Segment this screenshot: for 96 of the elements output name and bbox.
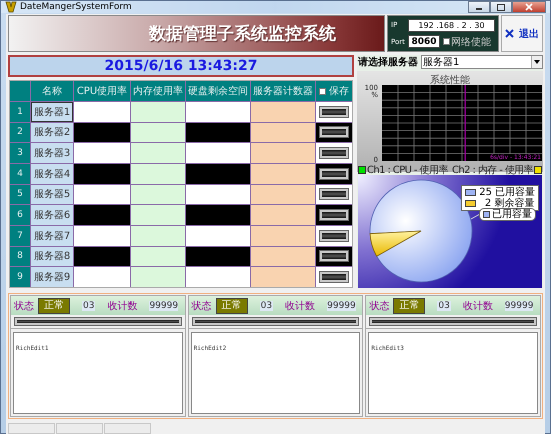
date-time-display: 2015/6/16 13:43:27 — [8, 55, 354, 77]
table-cell — [186, 246, 250, 266]
legend-label: Ch1 : CPU - 使用率 — [367, 164, 448, 177]
column-header: 保存 — [329, 85, 349, 98]
checkbox[interactable] — [443, 38, 450, 45]
maximize-icon — [497, 4, 505, 10]
legend-label: Ch2 : 内存 - 使用率 — [452, 164, 533, 177]
table-cell[interactable]: 服务器9 — [31, 267, 73, 287]
legend-swatch — [483, 211, 490, 218]
count-label: 收计数 — [462, 300, 493, 312]
server-dropdown[interactable]: 服务器1 — [421, 55, 543, 69]
table-cell[interactable]: 服务器8 — [31, 246, 73, 266]
row-number: 8 — [10, 246, 30, 266]
code-value: 03 — [437, 300, 451, 310]
exit-button[interactable]: 退出 — [501, 15, 543, 52]
table-cell — [251, 246, 315, 266]
table-cell[interactable]: 服务器5 — [31, 184, 73, 204]
table-cell — [186, 226, 250, 246]
row-number: 2 — [10, 122, 30, 142]
legend-value: 2 — [484, 198, 492, 209]
status-label: 状态 — [369, 300, 390, 312]
table-cell — [186, 205, 250, 225]
code-value: 03 — [260, 300, 274, 310]
table-cell — [186, 122, 250, 142]
table-cell[interactable]: 服务器2 — [31, 122, 73, 142]
table-cell[interactable]: 服务器6 — [31, 205, 73, 225]
row-number: 9 — [10, 267, 30, 287]
row-number: 5 — [10, 184, 30, 204]
legend-label: 已用容量 — [495, 187, 535, 198]
status-button[interactable]: 正常 — [393, 298, 426, 314]
table-cell[interactable]: 服务器4 — [31, 164, 73, 184]
count-value: 99999 — [327, 300, 356, 310]
row-number: 4 — [10, 164, 30, 184]
legend-value: 25 — [479, 187, 492, 198]
close-icon — [505, 29, 514, 38]
table-cell[interactable]: 服务器3 — [31, 143, 73, 163]
column-header: 硬盘剩余空间 — [186, 81, 250, 101]
legend-label: 剩余容量 — [494, 198, 534, 209]
status-label: 状态 — [14, 300, 34, 312]
table-cell — [251, 205, 315, 225]
port-field[interactable]: 8060 — [408, 35, 440, 48]
table-cell — [131, 164, 185, 184]
window-title: DateMangerSystemForm — [20, 2, 132, 12]
table-cell — [186, 143, 250, 163]
table-cell — [131, 267, 185, 287]
ip-field[interactable]: 192 .168 . 2 . 30 — [408, 18, 495, 32]
table-header — [10, 81, 30, 101]
table-cell — [131, 143, 185, 163]
checkbox[interactable] — [319, 88, 326, 94]
app-icon — [5, 1, 17, 13]
label-text: 已用容量 — [492, 209, 532, 220]
table-cell — [131, 205, 185, 225]
table-cell — [251, 226, 315, 246]
table-cell — [186, 267, 250, 287]
legend-swatch — [465, 200, 476, 207]
row-number: 3 — [10, 143, 30, 163]
count-value: 99999 — [504, 300, 534, 310]
table-cell — [131, 102, 185, 122]
row-number: 6 — [10, 205, 30, 225]
chart-title: 系统性能 — [429, 74, 471, 85]
status-button[interactable]: 正常 — [216, 298, 248, 314]
column-header: CPU使用率 — [74, 81, 130, 101]
legend-swatch — [465, 189, 476, 196]
code-value: 03 — [82, 300, 96, 310]
table-cell — [251, 143, 315, 163]
column-header: 服务器计数器 — [251, 81, 315, 101]
close-button[interactable] — [512, 1, 546, 13]
column-header: 内存使用率 — [131, 81, 185, 101]
table-cell[interactable]: 服务器7 — [31, 226, 73, 246]
row-number: 7 — [10, 226, 30, 246]
table-cell — [251, 184, 315, 204]
count-label: 收计数 — [285, 300, 316, 312]
table-cell — [251, 164, 315, 184]
status-label: 状态 — [192, 300, 212, 312]
server-select-label: 请选择服务器 — [357, 56, 419, 69]
close-icon — [525, 3, 533, 11]
table-cell — [251, 122, 315, 142]
checkbox-label: 网络使能 — [451, 36, 491, 48]
table-cell — [186, 102, 250, 122]
app-title: 数据管理子系统监控系统 — [149, 23, 336, 45]
count-label: 收计数 — [107, 300, 138, 312]
table-cell — [251, 267, 315, 287]
table-cell — [186, 164, 250, 184]
table-cell[interactable]: 服务器1 — [31, 102, 73, 122]
count-value: 99999 — [149, 300, 178, 310]
table-cell — [131, 122, 185, 142]
maximize-button[interactable] — [490, 1, 512, 13]
row-number: 1 — [10, 102, 30, 122]
table-cell — [131, 226, 185, 246]
column-header: 名称 — [31, 81, 73, 101]
table-cell — [251, 102, 315, 122]
table-cell — [186, 184, 250, 204]
status-button[interactable]: 正常 — [38, 298, 70, 314]
table-cell — [131, 184, 185, 204]
table-cell — [131, 246, 185, 266]
minimize-button[interactable] — [468, 1, 490, 13]
